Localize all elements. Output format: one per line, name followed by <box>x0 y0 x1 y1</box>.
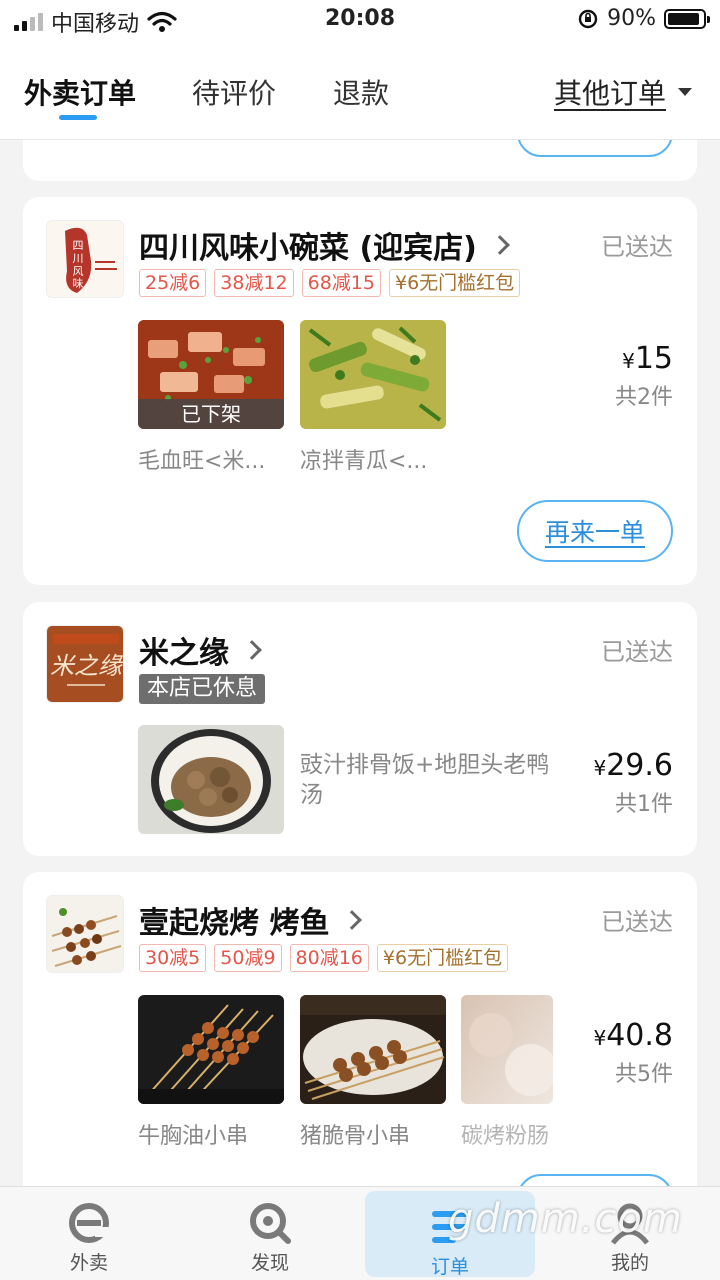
item-count: 共1件 <box>615 792 673 817</box>
order-price: ¥15 <box>622 341 673 376</box>
dish-name: 牛胸油小串 <box>138 1124 249 1149</box>
nav-label: 发现 <box>250 1252 289 1274</box>
svg-text:川: 川 <box>73 252 84 265</box>
nav-label: 外卖 <box>69 1252 108 1274</box>
reorder-button[interactable] <box>517 1174 673 1186</box>
other-orders-dropdown[interactable]: 其他订单 <box>554 72 692 112</box>
dish-name: 毛血旺<米... <box>138 449 266 474</box>
promo-tags: 30减5 50减9 80减16 ¥6无门槛红包 <box>139 944 509 972</box>
price-value: 40.8 <box>606 1018 673 1053</box>
chevron-right-icon <box>489 235 510 255</box>
dish-image <box>300 995 446 1104</box>
shop-name: 壹起烧烤 烤鱼 <box>139 906 330 941</box>
rotation-lock-icon <box>578 9 598 28</box>
shop-name-link[interactable]: 四川风味小碗菜 (迎宾店) <box>139 223 510 267</box>
battery-percent: 90% <box>607 6 656 31</box>
caret-down-icon <box>678 88 692 96</box>
off-shelf-badge: 已下架 <box>138 399 284 429</box>
status-bar: 中国移动 20:08 90% <box>0 0 720 40</box>
dish-image: 已下架 <box>138 320 284 429</box>
shop-logo[interactable]: 四 川 风 味 <box>46 220 124 298</box>
currency-symbol: ¥ <box>593 756 607 780</box>
battery-icon <box>664 8 710 29</box>
dish-item[interactable]: 碳烤粉肠 <box>461 995 553 1150</box>
chevron-right-icon <box>342 910 363 930</box>
shop-logo[interactable]: 米之缘 <box>46 625 124 703</box>
price-value: 15 <box>634 341 673 376</box>
order-card[interactable] <box>23 140 697 181</box>
dish-item[interactable] <box>138 725 284 834</box>
order-price: ¥29.6 <box>593 748 673 783</box>
order-card[interactable]: 壹起烧烤 烤鱼 已送达 30减5 50减9 80减16 ¥6无门槛红包 牛胸油小… <box>23 872 697 1186</box>
promo-tags: 25减6 38减12 68减15 ¥6无门槛红包 <box>139 269 521 297</box>
tab-takeout-orders[interactable]: 外卖订单 <box>24 72 136 112</box>
order-status: 已送达 <box>601 638 673 666</box>
shop-closed-badge: 本店已休息 <box>139 674 266 704</box>
svg-text:味: 味 <box>73 277 84 290</box>
dish-name: 凉拌青瓜<... <box>300 449 428 474</box>
svg-text:四: 四 <box>73 239 84 252</box>
dish-item[interactable]: 凉拌青瓜<... <box>300 320 446 475</box>
takeout-icon <box>67 1201 111 1245</box>
shop-name: 四川风味小碗菜 (迎宾店) <box>139 231 477 266</box>
dish-image <box>300 320 446 429</box>
dish-item[interactable]: 猪脆骨小串 <box>300 995 446 1150</box>
dish-image <box>138 725 284 834</box>
item-count: 共5件 <box>615 1062 673 1087</box>
order-list[interactable]: 四 川 风 味 四川风味小碗菜 (迎宾店) 已送达 25减6 38减12 68减… <box>0 140 720 1186</box>
price-value: 29.6 <box>606 748 673 783</box>
active-tab-indicator <box>59 115 97 120</box>
dish-name: 猪脆骨小串 <box>300 1124 411 1149</box>
dish-image <box>138 995 284 1104</box>
order-card[interactable]: 四 川 风 味 四川风味小碗菜 (迎宾店) 已送达 25减6 38减12 68减… <box>23 197 697 585</box>
watermark: gdmm.com <box>448 1196 683 1242</box>
promo-tag: 68减15 <box>301 269 381 297</box>
reorder-button[interactable]: 再来一单 <box>517 500 673 562</box>
red-packet-tag: ¥6无门槛红包 <box>376 944 509 972</box>
order-price: ¥40.8 <box>593 1018 673 1053</box>
shop-name-link[interactable]: 米之缘 <box>139 628 262 672</box>
promo-tag: 25减6 <box>139 269 207 297</box>
tab-refund[interactable]: 退款 <box>333 72 389 112</box>
order-status: 已送达 <box>601 233 673 261</box>
red-packet-tag: ¥6无门槛红包 <box>388 269 521 297</box>
tab-to-review[interactable]: 待评价 <box>192 72 276 112</box>
order-card[interactable]: 米之缘 米之缘 已送达 本店已休息 豉汁排骨饭+地胆头老鸭汤 ¥29.6 共1件 <box>23 602 697 856</box>
item-count: 共2件 <box>615 385 673 410</box>
order-status: 已送达 <box>601 908 673 936</box>
promo-tag: 30减5 <box>139 944 207 972</box>
shop-logo[interactable] <box>46 895 124 973</box>
promo-tag: 50减9 <box>214 944 282 972</box>
dish-image <box>461 995 553 1104</box>
dish-description: 豉汁排骨饭+地胆头老鸭汤 <box>300 752 550 808</box>
nav-discover[interactable]: 发现 <box>185 1187 355 1280</box>
reorder-button[interactable] <box>517 140 673 157</box>
dish-item[interactable]: 牛胸油小串 <box>138 995 284 1150</box>
shop-name-link[interactable]: 壹起烧烤 烤鱼 <box>139 898 363 942</box>
nav-takeout[interactable]: 外卖 <box>4 1187 174 1280</box>
battery-info: 90% <box>577 6 710 31</box>
promo-tag: 80减16 <box>289 944 369 972</box>
shop-logo-image <box>47 896 123 972</box>
shop-logo-image: 米之缘 <box>47 626 124 702</box>
dish-item[interactable]: 已下架 毛血旺<米... <box>138 320 284 475</box>
promo-tag: 38减12 <box>214 269 294 297</box>
dish-name: 碳烤粉肠 <box>461 1124 550 1149</box>
discover-icon <box>248 1201 292 1245</box>
shop-name: 米之缘 <box>139 636 229 671</box>
other-orders-label: 其他订单 <box>553 77 666 110</box>
nav-label: 订单 <box>430 1256 469 1278</box>
svg-text:米之缘: 米之缘 <box>50 652 124 680</box>
currency-symbol: ¥ <box>622 349 635 373</box>
shop-logo-image: 四 川 风 味 <box>47 221 123 297</box>
chevron-right-icon <box>242 640 262 660</box>
nav-label: 我的 <box>610 1252 649 1274</box>
order-tabs: 外卖订单 待评价 退款 其他订单 <box>0 40 720 140</box>
currency-symbol: ¥ <box>593 1026 607 1050</box>
